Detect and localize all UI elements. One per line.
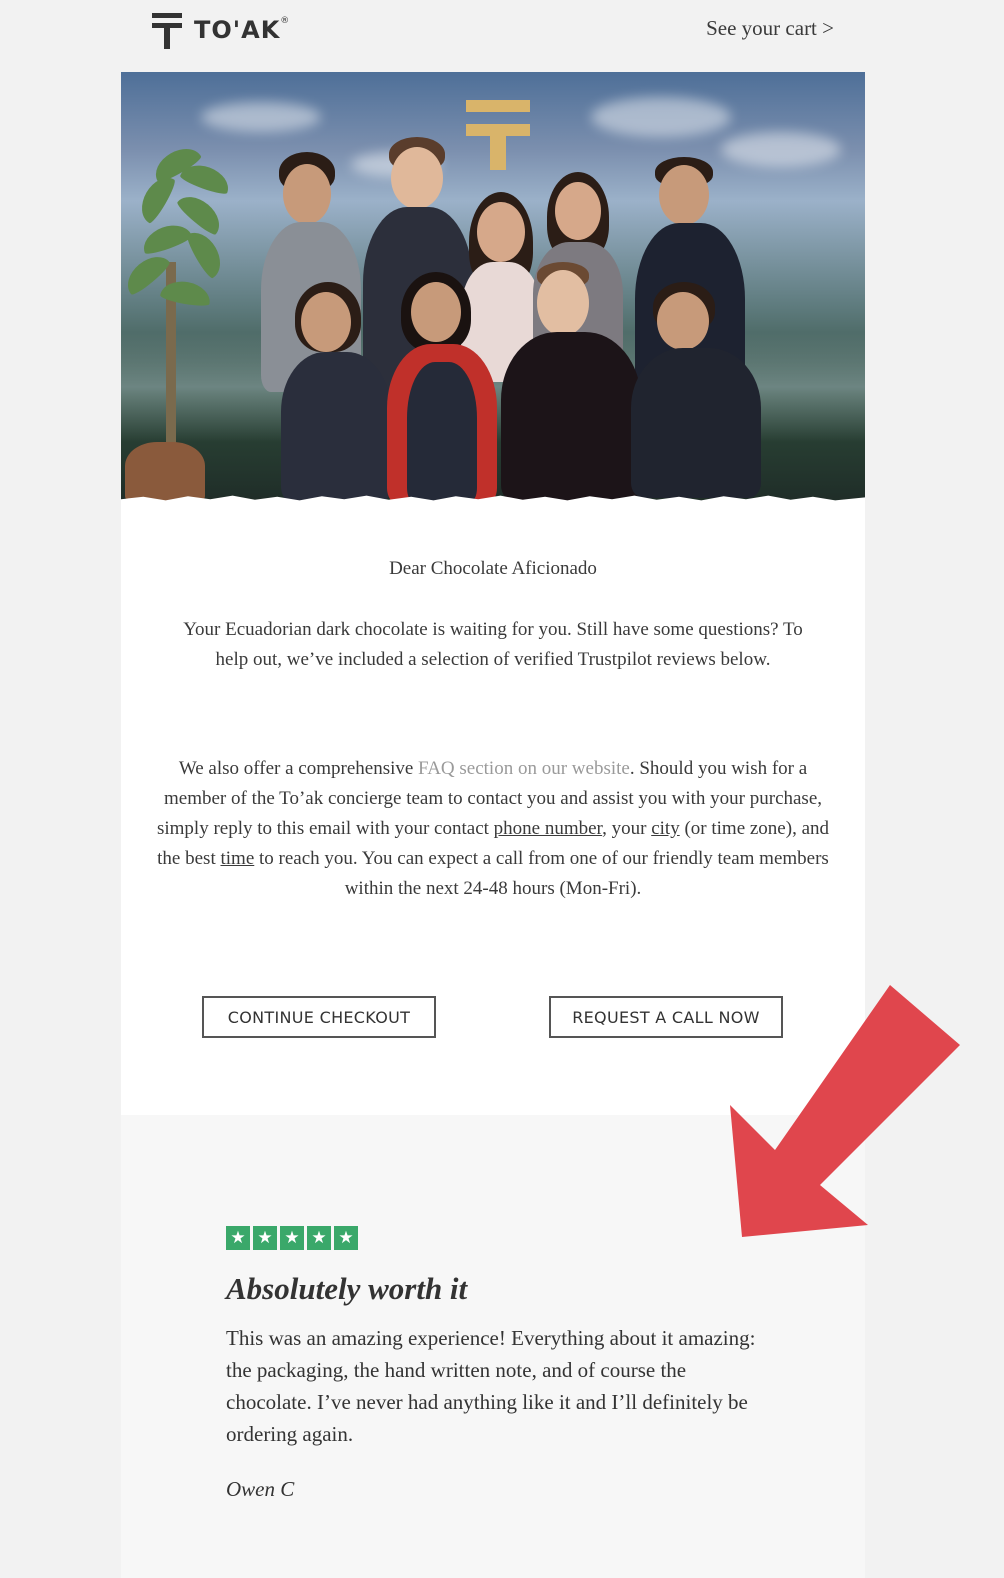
toak-logo[interactable]: TO'AK® xyxy=(150,10,290,50)
email-page: TO'AK® See your cart > Dear Chocolate Af… xyxy=(0,0,1004,1578)
toak-logo-icon xyxy=(150,11,184,49)
intro-paragraph: Your Ecuadorian dark chocolate is waitin… xyxy=(183,619,803,670)
email-header: TO'AK® See your cart > xyxy=(0,0,1004,72)
greeting: Dear Chocolate Aficionado xyxy=(389,558,597,579)
city-term: city xyxy=(651,818,680,839)
star-rating: ★ ★ ★ ★ ★ xyxy=(226,1226,358,1250)
faq-link[interactable]: FAQ section on our website xyxy=(418,758,630,779)
hero-team-photo xyxy=(121,72,865,502)
review-title: Absolutely worth it xyxy=(226,1271,468,1306)
time-term: time xyxy=(220,848,255,869)
star-icon: ★ xyxy=(307,1226,331,1250)
star-icon: ★ xyxy=(334,1226,358,1250)
see-cart-link[interactable]: See your cart > xyxy=(706,16,834,41)
brand-name: TO'AK® xyxy=(194,16,291,44)
star-icon: ★ xyxy=(253,1226,277,1250)
continue-checkout-button[interactable]: CONTINUE CHECKOUT xyxy=(202,996,436,1038)
plant-decoration xyxy=(121,140,234,502)
phone-number-term: phone number xyxy=(493,818,603,839)
arrow-down-left-icon xyxy=(730,985,960,1237)
review-author: Owen C xyxy=(226,1477,295,1501)
review-body: This was an amazing experience! Everythi… xyxy=(226,1326,756,1446)
star-icon: ★ xyxy=(280,1226,304,1250)
star-icon: ★ xyxy=(226,1226,250,1250)
faq-paragraph: We also offer a comprehensive FAQ sectio… xyxy=(156,758,830,899)
